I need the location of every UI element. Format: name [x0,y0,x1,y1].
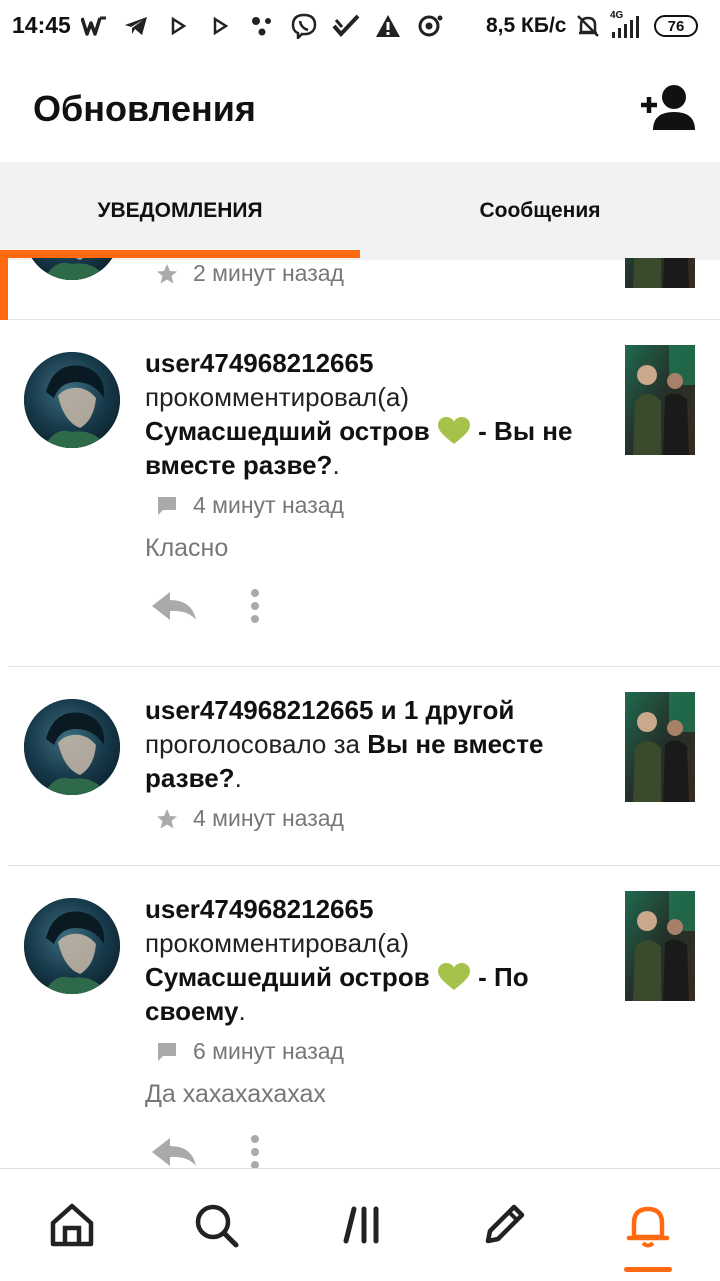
warning-icon [374,12,402,40]
active-nav-indicator [624,1267,672,1272]
star-icon [157,263,177,283]
story-thumbnail[interactable] [625,345,695,455]
sentence-end: . [332,450,340,480]
comment-text: Да хахахахахах [145,1080,326,1108]
username-link[interactable]: user474968212665 [145,348,373,378]
comment-actions [150,1134,260,1168]
nav-write-button[interactable] [476,1197,532,1253]
add-user-button[interactable] [638,82,698,132]
notification-time: 2 минут назад [193,260,344,286]
pencil-icon [485,1204,525,1244]
status-time: 14:45 [12,12,71,38]
comment-icon [158,496,176,515]
action-text: проголосовало за [145,729,360,759]
add-user-icon [641,85,695,130]
more-options-icon[interactable] [250,588,260,624]
nav-search-button[interactable] [188,1197,244,1253]
nav-notifications-button[interactable] [620,1197,676,1253]
action-text: прокомментировал(а) [145,928,409,958]
story-thumbnail[interactable] [625,692,695,802]
username-link[interactable]: user474968212665 и 1 другой [145,695,514,725]
play-icon [164,12,192,40]
home-icon [50,1203,94,1247]
bell-icon [626,1206,670,1248]
reply-icon[interactable] [150,588,198,624]
nav-home-button[interactable] [44,1197,100,1253]
notification-icons [80,10,444,42]
avatar[interactable] [24,352,120,448]
avatar[interactable] [24,699,120,795]
dots-icon [248,12,276,40]
notification-meta: 4 минут назад [155,492,344,519]
comment-text: Класно [145,534,229,562]
notification-item[interactable]: 2 минут назад [0,258,720,320]
notification-text: user474968212665 прокомментировал(а) Сум… [145,346,605,482]
active-tab-indicator [0,250,360,258]
battery-level: 76 [667,17,685,35]
nav-library-button[interactable] [334,1197,390,1253]
record-icon [416,12,444,40]
notification-text: user474968212665 прокомментировал(а) Сум… [145,892,605,1028]
notification-meta: 4 минут назад [155,805,344,832]
username-link[interactable]: user474968212665 [145,894,373,924]
library-icon [343,1206,379,1244]
notification-meta: 6 минут назад [155,1038,344,1065]
more-options-icon[interactable] [250,1134,260,1168]
notification-item[interactable]: user474968212665 и 1 другой проголосовал… [0,667,720,865]
avatar[interactable] [24,258,120,280]
heart-icon [437,963,470,990]
notification-item[interactable]: user474968212665 прокомментировал(а) Сум… [0,320,720,666]
avatar[interactable] [24,898,120,994]
search-icon [195,1204,239,1248]
sentence-end: . [238,996,246,1026]
comment-actions [150,588,260,624]
status-bar: 14:45 8,5 КБ/с 4G 76 [0,0,720,52]
story-thumbnail[interactable] [625,258,695,288]
network-speed: 8,5 КБ/с [486,14,567,37]
system-icons: 4G 76 [574,10,698,42]
story-title-link[interactable]: Сумасшедший остров [145,416,430,446]
play-icon [206,12,234,40]
tab-notifications[interactable]: УВЕДОМЛЕНИЯ [0,162,360,260]
notification-item[interactable]: user474968212665 прокомментировал(а) Сум… [0,866,720,1168]
star-icon [157,808,177,828]
comment-icon [158,1042,176,1061]
muted-bell-icon [574,12,602,40]
w-icon [80,12,108,40]
bottom-navigation [0,1168,720,1281]
viber-icon [290,12,318,40]
notification-list[interactable]: 2 минут назад user474968212665 прокоммен… [0,258,720,1168]
app-bar: Обновления [0,52,720,162]
tab-messages[interactable]: Сообщения [360,162,720,260]
tab-bar: УВЕДОМЛЕНИЯ Сообщения [0,162,720,260]
notification-meta: 2 минут назад [155,260,344,287]
notification-text: user474968212665 и 1 другой проголосовал… [145,693,605,795]
story-thumbnail[interactable] [625,891,695,1001]
story-title-link[interactable]: Сумасшедший остров [145,962,430,992]
heart-icon [437,417,470,444]
action-text: прокомментировал(а) [145,382,409,412]
notification-time: 4 минут назад [193,492,344,518]
telegram-icon [122,12,150,40]
notification-time: 4 минут назад [193,805,344,831]
reply-icon[interactable] [150,1134,198,1168]
notification-time: 6 минут назад [193,1038,344,1064]
vk-check-icon [332,12,360,40]
signal-icon: 4G [610,10,646,40]
sentence-end: . [234,763,242,793]
battery-icon: 76 [654,15,698,37]
page-title: Обновления [33,88,256,129]
